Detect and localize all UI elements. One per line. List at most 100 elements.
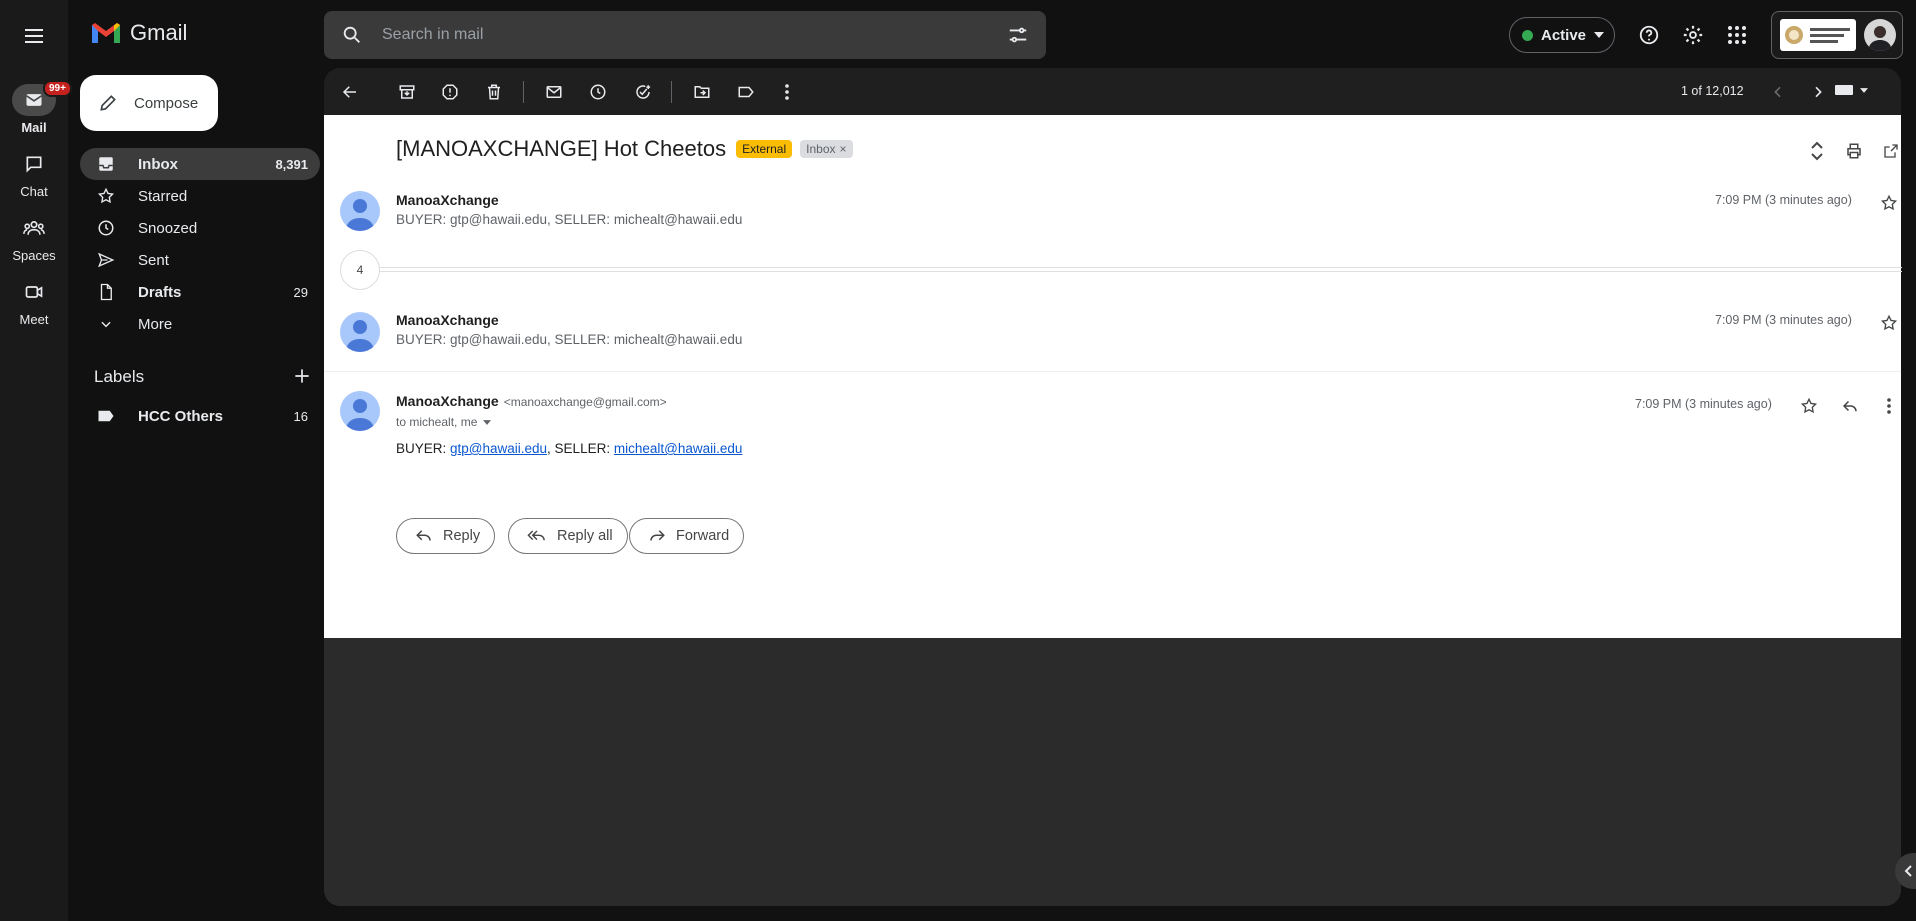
input-tools-button[interactable]	[1834, 83, 1868, 97]
expand-all-icon[interactable]	[1805, 139, 1829, 163]
nav-starred-label: Starred	[138, 187, 188, 205]
delete-trash-icon[interactable]	[482, 80, 506, 104]
organization-logo	[1780, 19, 1856, 51]
message-toolbar: 1 of 12,012	[324, 68, 1901, 115]
buyer-email-link[interactable]: gtp@hawaii.edu	[450, 441, 547, 456]
nav-sent[interactable]: Sent	[80, 244, 320, 276]
older-chevron-right-icon[interactable]	[1806, 80, 1830, 104]
forward-label: Forward	[676, 528, 730, 544]
message-snippet[interactable]: BUYER: gtp@hawaii.edu, SELLER: michealt@…	[396, 332, 742, 347]
expanded-sender-row: ManoaXchange <manoaxchange@gmail.com>	[396, 393, 667, 409]
add-label-icon[interactable]	[292, 366, 312, 386]
report-spam-icon[interactable]	[438, 80, 462, 104]
apps-grid-icon[interactable]	[1725, 23, 1749, 47]
collapsed-messages-count[interactable]: 4	[340, 250, 380, 290]
star-icon[interactable]	[1877, 191, 1901, 215]
mark-unread-icon[interactable]	[542, 80, 566, 104]
inbox-icon	[99, 157, 113, 171]
app-rail: 99+ Mail Chat Spaces Meet	[0, 0, 72, 921]
status-dot	[1522, 29, 1533, 41]
caret-down-icon	[483, 419, 492, 425]
more-options-icon[interactable]	[1877, 394, 1901, 418]
expanded-sender-name[interactable]: ManoaXchange	[396, 393, 499, 409]
reply-icon[interactable]	[1838, 394, 1862, 418]
newer-chevron-left-icon[interactable]	[1766, 80, 1790, 104]
star-icon	[97, 187, 115, 204]
open-new-window-icon[interactable]	[1879, 139, 1903, 163]
rail-chat-label: Chat	[20, 184, 48, 199]
toolbar-divider	[523, 81, 524, 103]
gmail-logo[interactable]: Gmail	[90, 20, 187, 46]
expanded-sender-email: <manoaxchange@gmail.com>	[503, 395, 667, 409]
message-view: [MANOAXCHANGE] Hot Cheetos External Inbo…	[324, 115, 1903, 638]
archive-icon[interactable]	[395, 80, 419, 104]
nav-inbox-label: Inbox	[138, 155, 178, 173]
inbox-chip: Inbox ×	[800, 140, 853, 158]
nav-snoozed[interactable]: Snoozed	[80, 212, 320, 244]
rail-meet-label: Meet	[19, 312, 49, 327]
reply-button[interactable]: Reply	[396, 518, 496, 554]
rail-chat[interactable]: Chat	[0, 148, 68, 199]
reply-all-icon	[527, 530, 545, 541]
status-button[interactable]: Active	[1509, 17, 1615, 53]
star-icon[interactable]	[1877, 311, 1901, 335]
remove-label-icon[interactable]: ×	[840, 142, 847, 156]
nav-drafts[interactable]: Drafts 29	[80, 276, 320, 308]
nav-sent-label: Sent	[138, 251, 169, 269]
nav-drafts-count: 29	[293, 284, 308, 300]
message-divider	[324, 371, 1901, 372]
unread-badge: 99+	[43, 80, 72, 97]
print-icon[interactable]	[1842, 139, 1866, 163]
thread-subject-row: [MANOAXCHANGE] Hot Cheetos External Inbo…	[396, 136, 853, 162]
more-options-icon[interactable]	[775, 80, 799, 104]
message-body: BUYER: gtp@hawaii.edu, SELLER: michealt@…	[396, 441, 742, 456]
reply-all-button[interactable]: Reply all	[508, 518, 628, 554]
account-switcher[interactable]	[1771, 11, 1903, 59]
message-time: 7:09 PM (3 minutes ago)	[1715, 193, 1852, 207]
move-to-folder-icon[interactable]	[690, 80, 714, 104]
compose-button[interactable]: Compose	[80, 75, 218, 131]
caret-down-icon	[1594, 32, 1605, 38]
status-label: Active	[1541, 26, 1587, 44]
label-hcc-others[interactable]: HCC Others 16	[80, 400, 320, 432]
star-icon[interactable]	[1797, 394, 1821, 418]
body-buyer-prefix: BUYER:	[396, 441, 451, 456]
external-chip: External	[736, 140, 793, 158]
label-tag-icon	[98, 410, 114, 422]
back-arrow-icon[interactable]	[338, 80, 362, 104]
forward-button[interactable]: Forward	[629, 518, 745, 554]
pagination-count: 1 of 12,012	[1681, 84, 1744, 98]
recipients-text: to michealt, me	[396, 415, 478, 429]
caret-down-icon	[1860, 87, 1868, 93]
expanded-message-time: 7:09 PM (3 minutes ago)	[1635, 397, 1772, 411]
message-sender[interactable]: ManoaXchange	[396, 312, 499, 328]
seller-email-link[interactable]: michealt@hawaii.edu	[614, 441, 743, 456]
recipients-row[interactable]: to michealt, me	[396, 415, 492, 429]
compose-label: Compose	[134, 94, 199, 112]
search-icon[interactable]	[340, 23, 364, 47]
rail-mail[interactable]: 99+ Mail	[0, 80, 72, 135]
label-icon[interactable]	[734, 80, 758, 104]
message-sender[interactable]: ManoaXchange	[396, 192, 499, 208]
rail-spaces-label: Spaces	[12, 248, 56, 263]
rail-meet[interactable]: Meet	[0, 276, 68, 327]
main-menu-icon[interactable]	[22, 24, 46, 48]
nav-inbox[interactable]: Inbox 8,391	[80, 148, 320, 180]
add-task-icon[interactable]	[631, 80, 655, 104]
message-snippet[interactable]: BUYER: gtp@hawaii.edu, SELLER: michealt@…	[396, 212, 742, 227]
reply-label: Reply	[443, 528, 481, 544]
rail-mail-label: Mail	[21, 120, 47, 135]
gmail-m-icon	[92, 23, 120, 43]
label-hcc-others-label: HCC Others	[138, 407, 224, 425]
reply-all-label: Reply all	[557, 528, 613, 544]
search-input[interactable]	[380, 11, 980, 59]
rail-spaces[interactable]: Spaces	[0, 212, 68, 263]
search-options-icon[interactable]	[1006, 23, 1030, 47]
snooze-clock-icon[interactable]	[586, 80, 610, 104]
nav-more[interactable]: More	[80, 308, 320, 340]
settings-gear-icon[interactable]	[1681, 23, 1705, 47]
help-icon[interactable]	[1637, 23, 1661, 47]
nav-starred[interactable]: Starred	[80, 180, 320, 212]
spaces-icon	[23, 221, 45, 235]
sender-avatar	[340, 312, 380, 352]
